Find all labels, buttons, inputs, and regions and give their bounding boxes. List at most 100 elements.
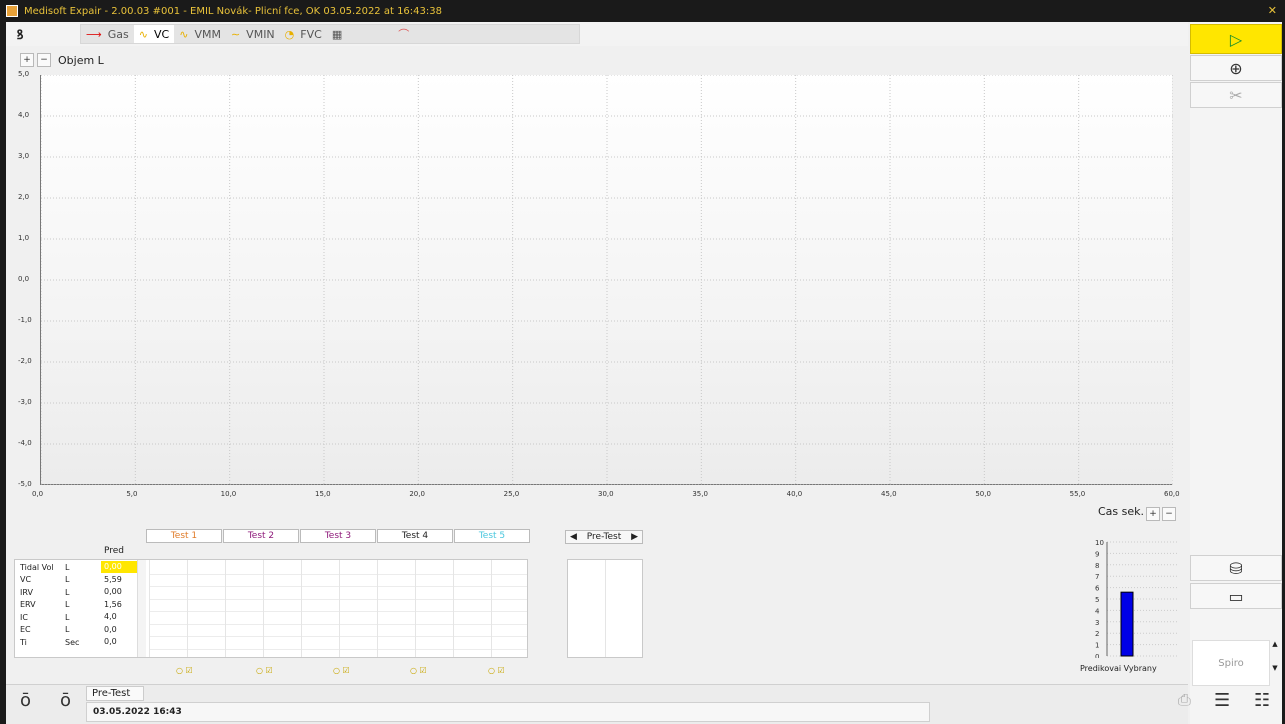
summary-bar-chart: 10 9 8 7 6 5 4 3 2 1 0 xyxy=(1095,538,1181,661)
document-icon[interactable]: ☷ xyxy=(1254,690,1270,711)
x-tick-label: 0,0 xyxy=(32,490,44,498)
user-icon[interactable]: ꝸ xyxy=(6,25,34,43)
y-axis-label: Objem L xyxy=(58,53,104,67)
bar-label-vybrany: Vybrany xyxy=(1123,664,1157,673)
bar-y-tick: 1 xyxy=(1095,642,1099,650)
param-unit: Sec xyxy=(65,637,80,647)
predicted-bar xyxy=(1120,591,1134,657)
tab-graph[interactable]: ⌒ xyxy=(393,25,420,43)
play-button[interactable]: ▷ xyxy=(1190,24,1282,54)
table-col-line xyxy=(225,560,226,657)
fvc-icon: ◔ xyxy=(284,27,295,41)
tab-vmin[interactable]: ∼ VMIN xyxy=(226,25,280,43)
table-row-line xyxy=(149,573,527,575)
zoom-out-icon[interactable]: − xyxy=(37,53,51,67)
x-axis-label: Cas sek. xyxy=(1098,505,1145,518)
export-icon[interactable]: ⎙ xyxy=(1178,690,1191,710)
param-pred[interactable]: 0,0 xyxy=(101,624,137,636)
app-icon xyxy=(6,5,18,17)
pretest-nav: ◀ Pre-Test ▶ xyxy=(565,530,643,544)
prev-icon[interactable]: ◀ xyxy=(570,532,577,542)
y-tick-label: 0,0 xyxy=(18,275,30,283)
table-row-line xyxy=(149,648,527,650)
target-button[interactable]: ⊕ xyxy=(1190,55,1282,81)
tab-test-3[interactable]: Test 3 xyxy=(300,529,376,543)
tab-gas[interactable]: ⟶ Gas xyxy=(81,25,134,43)
bar-y-tick: 4 xyxy=(1095,607,1100,615)
zoom-out-x-icon[interactable]: − xyxy=(1162,507,1176,521)
param-pred[interactable]: 0,0 xyxy=(101,636,137,648)
next-icon[interactable]: ▶ xyxy=(631,532,638,542)
tab-test-5[interactable]: Test 5 xyxy=(454,529,530,543)
spiro-scroll[interactable]: ▲ ▼ xyxy=(1270,640,1280,686)
pred-header: Pred xyxy=(104,546,125,556)
param-unit: L xyxy=(65,587,70,597)
table-scrollbar[interactable] xyxy=(137,560,146,657)
zoom-in-x-icon[interactable]: + xyxy=(1146,507,1160,521)
toolbar: ꝸ ⟶ Gas ∿ VC ∿ VMM ∼ VMIN ◔ FVC ▦ ⌒ xyxy=(6,22,1188,46)
close-button[interactable]: ✕ xyxy=(1268,4,1277,17)
bottle-icon[interactable]: ō xyxy=(60,690,71,711)
param-name: IRV xyxy=(20,587,33,597)
param-pred[interactable]: 0,00 xyxy=(101,586,137,598)
bar-y-tick: 10 xyxy=(1095,539,1104,547)
table-col-line xyxy=(301,560,302,657)
window-title: Medisoft Expair - 2.00.03 #001 - EMIL No… xyxy=(24,5,442,17)
x-tick-label: 60,0 xyxy=(1164,490,1180,498)
bar-y-tick: 3 xyxy=(1095,619,1099,627)
tab-vmm[interactable]: ∿ VMM xyxy=(174,25,226,43)
cut-button[interactable]: ✂ xyxy=(1190,82,1282,108)
vmm-icon: ∿ xyxy=(179,27,189,41)
params-table: Tidal Vol L 0,00 VC L 5,59 IRV L 0,00 ERV L 1,56 IC L… xyxy=(14,559,528,658)
param-unit: L xyxy=(65,612,70,622)
bar-y-tick: 7 xyxy=(1095,573,1099,581)
y-tick-label: -4,0 xyxy=(18,439,32,447)
test-5-check[interactable]: ○ ☑ xyxy=(488,666,505,675)
param-name: Ti xyxy=(20,637,27,647)
mode-tabs: ⟶ Gas ∿ VC ∿ VMM ∼ VMIN ◔ FVC ▦ ⌒ xyxy=(80,24,580,44)
tab-test-4[interactable]: Test 4 xyxy=(377,529,453,543)
table-col-line xyxy=(415,560,416,657)
param-pred[interactable]: 0,00 xyxy=(101,561,137,573)
table-col-line xyxy=(149,560,150,657)
tab-vc[interactable]: ∿ VC xyxy=(133,25,175,43)
test-3-check[interactable]: ○ ☑ xyxy=(333,666,350,675)
spiro-select[interactable]: Spiro xyxy=(1192,640,1270,686)
param-pred[interactable]: 1,56 xyxy=(101,599,137,611)
volume-plot[interactable] xyxy=(40,75,1173,485)
x-tick-label: 5,0 xyxy=(126,490,138,498)
pretest-nav-label: Pre-Test xyxy=(586,532,622,542)
tab-table[interactable]: ▦ xyxy=(327,25,353,43)
bar-y-tick: 0 xyxy=(1095,653,1099,658)
param-row: Tidal Vol L 0,00 xyxy=(15,561,149,573)
test-4-check[interactable]: ○ ☑ xyxy=(410,666,427,675)
param-row: VC L 5,59 xyxy=(15,574,149,586)
y-tick-label: 3,0 xyxy=(18,152,30,160)
tab-fvc[interactable]: ◔ FVC xyxy=(280,25,327,43)
plot-grid xyxy=(41,75,1173,485)
table-row-line xyxy=(149,586,527,587)
pretest-status-label: Pre-Test xyxy=(86,686,144,701)
param-unit: L xyxy=(65,625,70,634)
report-icon[interactable]: ☰ xyxy=(1214,690,1230,711)
gas-cylinder-icon[interactable]: ō xyxy=(20,690,31,711)
device-button[interactable]: ▭ xyxy=(1190,583,1282,609)
x-tick-label: 25,0 xyxy=(503,490,520,498)
test-2-check[interactable]: ○ ☑ xyxy=(256,666,273,675)
param-row: ERV L 1,56 xyxy=(15,599,149,611)
y-tick-label: -3,0 xyxy=(18,398,32,406)
param-pred[interactable]: 5,59 xyxy=(101,574,137,586)
cylinder-button[interactable]: ⛁ xyxy=(1190,555,1282,581)
param-pred[interactable]: 4,0 xyxy=(101,611,137,623)
param-row: IC L 4,0 xyxy=(15,611,149,623)
vc-icon: ∿ xyxy=(138,27,148,41)
table-col-line xyxy=(339,560,340,657)
param-unit: L xyxy=(65,575,70,584)
tab-test-1[interactable]: Test 1 xyxy=(146,529,222,543)
tab-test-2[interactable]: Test 2 xyxy=(223,529,299,543)
zoom-in-icon[interactable]: + xyxy=(20,53,34,67)
title-bar: Medisoft Expair - 2.00.03 #001 - EMIL No… xyxy=(0,0,1285,22)
test-1-check[interactable]: ○ ☑ xyxy=(176,666,193,675)
table-icon: ▦ xyxy=(331,27,343,41)
table-row-line xyxy=(149,623,527,625)
